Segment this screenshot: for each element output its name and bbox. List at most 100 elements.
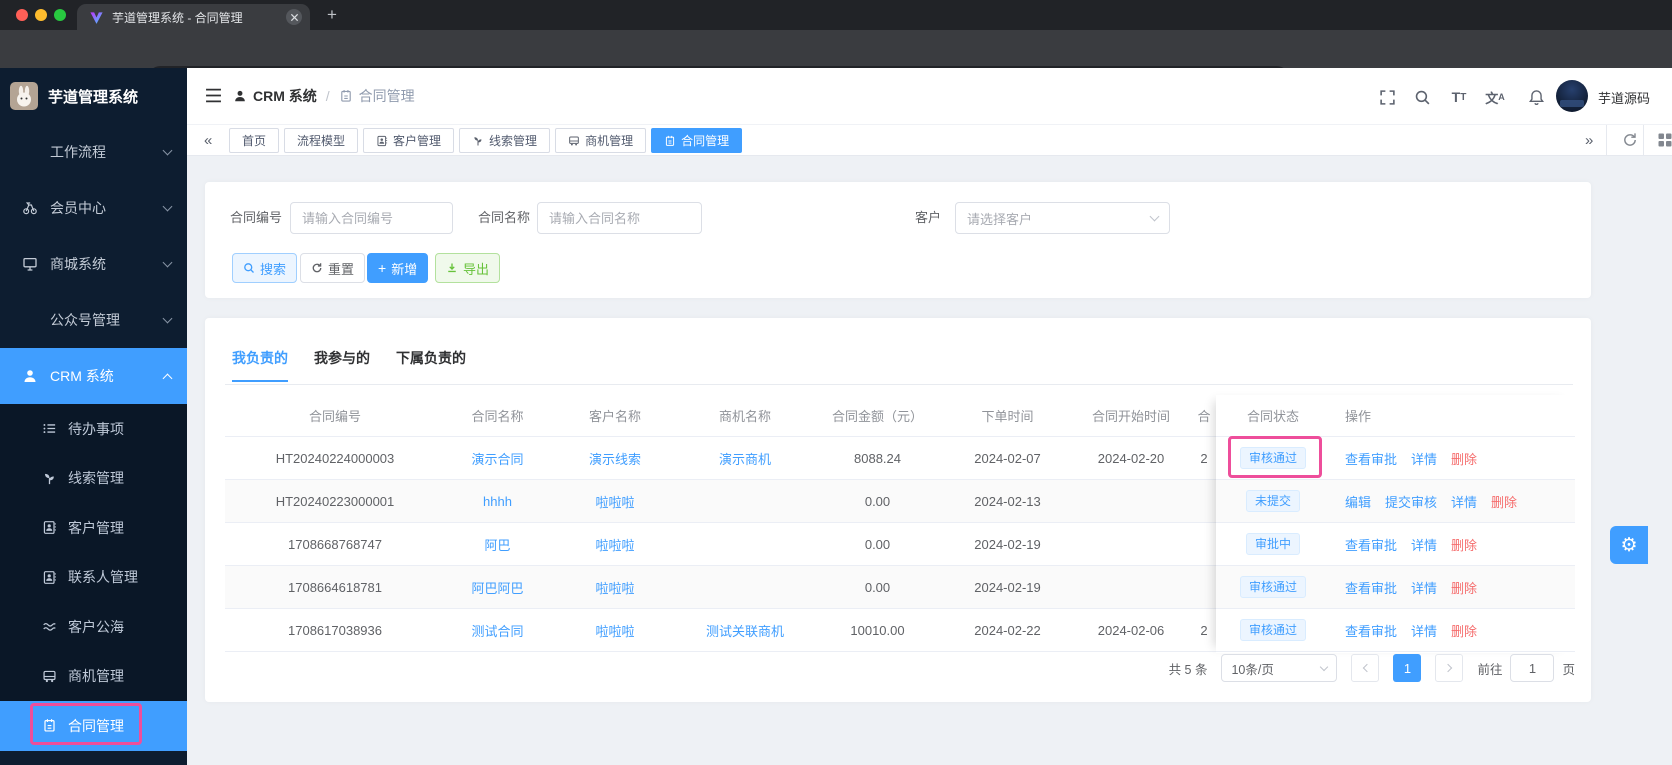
browser-toolbar: 127.0.0.1/crm/contract 6 (0, 30, 1672, 93)
action-view-approval[interactable]: 查看审批 (1345, 578, 1397, 597)
pagination-total: 共 5 条 (1168, 662, 1208, 677)
reset-button[interactable]: 重置 (300, 253, 366, 283)
tab-close-icon[interactable] (286, 9, 302, 25)
action-delete[interactable]: 删除 (1451, 449, 1477, 468)
page-tab-contract[interactable]: 合同管理 (651, 128, 743, 153)
sidebar-menu: 工作流程 会员中心 商城系统 公众号管理 CRM 系统 (0, 124, 187, 404)
action-view-approval[interactable]: 查看审批 (1345, 535, 1397, 554)
sidebar-item-customer-pool[interactable]: 客户公海 (0, 602, 187, 652)
table-header-row: 合同编号 合同名称 客户名称 商机名称 合同金额（元） 下单时间 合同开始时间 合 (225, 395, 1216, 437)
cell-order-time: 2024-02-19 (974, 536, 1041, 552)
sidebar-item-official-account[interactable]: 公众号管理 (0, 292, 187, 348)
tags-scroll-left-icon[interactable]: « (204, 125, 212, 155)
column-header: 合同编号 (308, 409, 361, 424)
new-tab-button[interactable]: + (320, 3, 344, 27)
action-detail[interactable]: 详情 (1411, 449, 1437, 468)
cell-order-time: 2024-02-07 (974, 450, 1041, 466)
page-tab-home[interactable]: 首页 (229, 128, 280, 153)
table-row: 1708668768747 阿巴 啦啦啦 0.00 2024-02-19 (225, 523, 1216, 566)
contract-name-input[interactable] (537, 202, 702, 234)
contract-no-input[interactable] (290, 202, 453, 234)
chevron-down-icon (1320, 662, 1329, 671)
row-actions: 查看审批 详情 删除 (1330, 578, 1575, 597)
sidebar-item-workflow[interactable]: 工作流程 (0, 124, 187, 180)
reset-refresh-icon (312, 263, 322, 273)
fullscreen-icon[interactable] (1378, 88, 1396, 106)
tags-scroll-right-icon[interactable]: » (1585, 125, 1593, 155)
action-detail[interactable]: 详情 (1411, 578, 1437, 597)
app-logo[interactable]: 芋道管理系统 (0, 68, 187, 124)
sidebar-item-clue[interactable]: 线索管理 (0, 454, 187, 504)
goto-page-input[interactable] (1510, 654, 1555, 682)
tags-bar: « 首页 流程模型 客户管理 线索管理 商机管理 合同管理 » (187, 124, 1672, 156)
add-button[interactable]: + 新增 (367, 253, 429, 283)
font-size-icon[interactable]: TT (1450, 88, 1468, 106)
sidebar-item-customer[interactable]: 客户管理 (0, 503, 187, 553)
column-header: 合同金额（元） (831, 409, 923, 424)
sidebar-item-member-center[interactable]: 会员中心 (0, 180, 187, 236)
action-submit-approval[interactable]: 提交审核 (1385, 492, 1437, 511)
action-detail[interactable]: 详情 (1411, 621, 1437, 640)
action-view-approval[interactable]: 查看审批 (1345, 621, 1397, 640)
username[interactable]: 芋道源码 (1598, 88, 1650, 107)
search-button[interactable]: 搜索 (232, 253, 298, 283)
page-tab-clue[interactable]: 线索管理 (459, 128, 551, 153)
app-header: CRM 系统 / 合同管理 TT 文A 芋道源码 (187, 68, 1672, 124)
current-page[interactable]: 1 (1393, 654, 1422, 682)
sidebar-item-crm[interactable]: CRM 系统 (0, 348, 187, 404)
browser-tab[interactable]: 芋道管理系统 - 合同管理 (77, 4, 310, 30)
export-button[interactable]: 导出 (435, 253, 501, 283)
next-page-button[interactable] (1435, 654, 1464, 682)
main-content: 合同编号 合同名称 客户 请选择客户 搜索 重置 + 新增 (187, 156, 1672, 765)
table-row-fixed: 审批中 查看审批 详情 删除 (1216, 523, 1575, 566)
gear-icon: ⚙ (1620, 534, 1638, 556)
action-detail[interactable]: 详情 (1451, 492, 1477, 511)
action-delete[interactable]: 删除 (1451, 621, 1477, 640)
language-icon[interactable]: 文A (1485, 88, 1505, 106)
customer-icon (377, 135, 388, 146)
page-tab-customer[interactable]: 客户管理 (363, 128, 455, 153)
action-view-approval[interactable]: 查看审批 (1345, 449, 1397, 468)
search-icon[interactable] (1413, 88, 1431, 106)
sidebar-item-contract[interactable]: 合同管理 (0, 701, 187, 751)
prev-page-button[interactable] (1351, 654, 1380, 682)
layout-grid-icon[interactable] (1657, 132, 1672, 148)
action-detail[interactable]: 详情 (1411, 535, 1437, 554)
search-card: 合同编号 合同名称 客户 请选择客户 搜索 重置 + 新增 (205, 182, 1591, 298)
sidebar-item-contact[interactable]: 联系人管理 (0, 553, 187, 603)
table-tab-subordinate[interactable]: 下属负责的 (396, 348, 466, 382)
cell-contract-name: hhhh (483, 493, 512, 509)
table-tab-mine[interactable]: 我负责的 (232, 348, 288, 382)
sidebar-item-todo[interactable]: 待办事项 (0, 404, 187, 454)
page-tab-business[interactable]: 商机管理 (555, 128, 647, 153)
window-minimize-button[interactable] (35, 9, 47, 21)
user-avatar[interactable] (1556, 80, 1588, 112)
page-tab-process-model[interactable]: 流程模型 (284, 128, 359, 153)
action-delete[interactable]: 删除 (1451, 578, 1477, 597)
chevron-left-icon (1362, 663, 1372, 673)
cell-customer-name: 啦啦啦 (595, 537, 635, 553)
cell-start-time: 2024-02-06 (1097, 622, 1165, 638)
page-size-select[interactable]: 10条/页 (1221, 654, 1338, 682)
action-delete[interactable]: 删除 (1451, 535, 1477, 554)
menu-fold-icon[interactable] (205, 88, 222, 103)
action-edit[interactable]: 编辑 (1345, 492, 1371, 511)
refresh-page-icon[interactable] (1622, 132, 1638, 148)
theme-settings-button[interactable]: ⚙ (1610, 526, 1648, 564)
cell-start-time: 2024-02-20 (1097, 450, 1165, 466)
window-close-button[interactable] (16, 9, 28, 21)
window-zoom-button[interactable] (54, 9, 66, 21)
sidebar-item-mall[interactable]: 商城系统 (0, 236, 187, 292)
table-tab-joined[interactable]: 我参与的 (314, 348, 370, 382)
cell-contract-no: HT20240223000001 (275, 493, 395, 509)
customer-label: 客户 (915, 210, 942, 225)
customer-select[interactable]: 请选择客户 (955, 202, 1170, 234)
notification-bell-icon[interactable] (1527, 88, 1545, 106)
column-header-status: 合同状态 (1246, 409, 1299, 424)
cell-contract-no: 1708664618781 (288, 579, 382, 595)
tagsbar-divider (1606, 125, 1607, 156)
sidebar-item-business[interactable]: 商机管理 (0, 652, 187, 702)
action-delete[interactable]: 删除 (1491, 492, 1517, 511)
breadcrumb-root[interactable]: CRM 系统 (253, 86, 317, 106)
column-header: 合 (1197, 409, 1211, 424)
